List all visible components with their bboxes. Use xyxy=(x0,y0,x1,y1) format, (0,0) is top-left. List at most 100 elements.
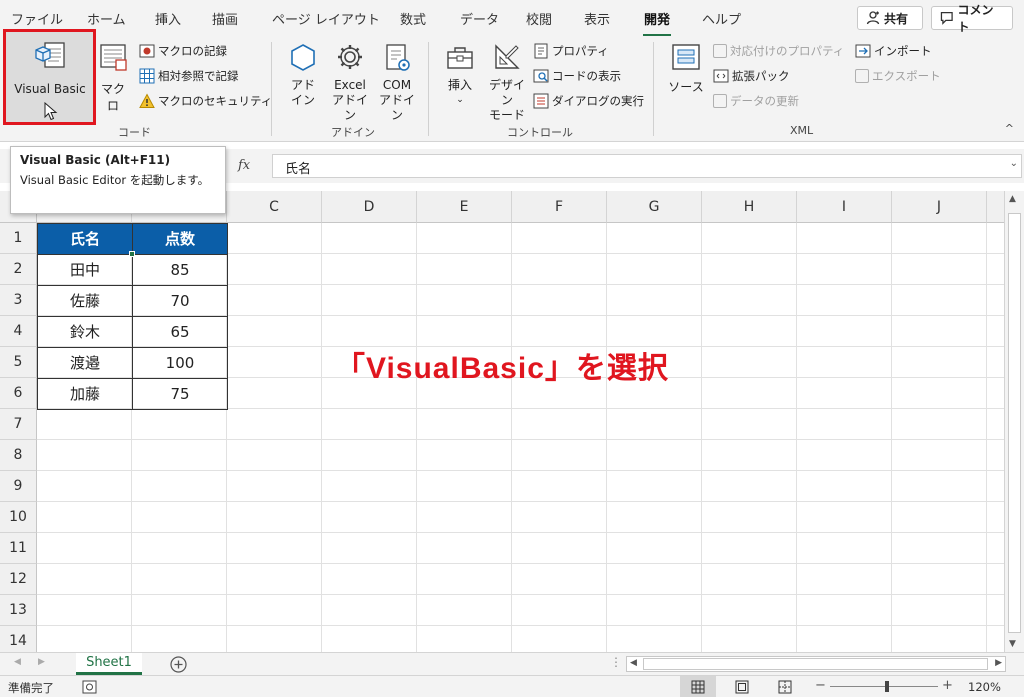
tab-home[interactable]: ホーム xyxy=(87,9,126,28)
scroll-down-icon[interactable]: ▼ xyxy=(1009,639,1016,649)
vertical-scrollbar[interactable]: ▲ ▼ xyxy=(1004,191,1024,652)
excel-addins-label-1: Excel xyxy=(334,78,366,92)
function-icon[interactable]: fx xyxy=(238,158,250,173)
tab-file[interactable]: ファイル xyxy=(11,9,63,28)
row-header-8[interactable]: 8 xyxy=(0,440,37,471)
fill-handle[interactable] xyxy=(129,251,135,257)
horizontal-scrollbar[interactable]: ◀ ▶ xyxy=(626,656,1006,672)
tab-page-layout[interactable]: ページ レイアウト xyxy=(272,9,380,28)
properties-button[interactable]: プロパティ xyxy=(533,43,609,59)
refresh-data-button[interactable]: データの更新 xyxy=(713,93,799,109)
view-code-button[interactable]: コードの表示 xyxy=(533,68,621,84)
row-header-10[interactable]: 10 xyxy=(0,502,37,533)
column-header-g[interactable]: G xyxy=(607,191,702,223)
expansion-pack-button[interactable]: 拡張パック xyxy=(713,68,790,84)
comment-button[interactable]: コメント xyxy=(931,3,1013,34)
page-layout-view-icon[interactable] xyxy=(735,680,749,694)
tab-data[interactable]: データ xyxy=(460,9,499,28)
import-button[interactable]: インポート xyxy=(855,43,932,59)
row-header-12[interactable]: 12 xyxy=(0,564,37,595)
design-mode-button[interactable]: デザイン モード xyxy=(485,42,529,123)
formula-input[interactable]: 氏名 xyxy=(272,154,1022,178)
export-button[interactable]: エクスポート xyxy=(855,68,941,84)
collapse-ribbon-icon[interactable]: ^ xyxy=(1005,122,1014,135)
macro-security-label: マクロのセキュリティ xyxy=(158,94,273,108)
tab-split-handle-icon[interactable]: ⋮ xyxy=(610,655,622,669)
table-cell-name[interactable]: 加藤 xyxy=(37,378,133,410)
visual-basic-icon xyxy=(35,42,65,68)
vertical-scroll-thumb[interactable] xyxy=(1008,213,1021,633)
ribbon: Visual Basic マクロ マクロの記録 相対参照で記録 マクロのセキュリ… xyxy=(0,29,1024,142)
chevron-down-icon[interactable]: ⌄ xyxy=(1010,158,1018,169)
column-header-h[interactable]: H xyxy=(702,191,797,223)
row-header-14[interactable]: 14 xyxy=(0,626,37,652)
scroll-right-icon[interactable]: ▶ xyxy=(995,658,1002,668)
macro-button[interactable]: マクロ xyxy=(96,42,130,114)
next-sheet-icon[interactable]: ▶ xyxy=(38,657,45,667)
xml-source-button[interactable]: ソース xyxy=(666,42,706,95)
column-header-j[interactable]: J xyxy=(892,191,987,223)
normal-view-button[interactable] xyxy=(680,676,716,697)
row-header-9[interactable]: 9 xyxy=(0,471,37,502)
horizontal-scroll-thumb[interactable] xyxy=(643,658,988,670)
table-header-name[interactable]: 氏名 xyxy=(37,223,133,255)
com-addins-button[interactable]: COM アドイン xyxy=(376,42,418,123)
table-cell-score[interactable]: 75 xyxy=(132,378,228,410)
share-button[interactable]: 共有 xyxy=(857,6,923,30)
tab-view[interactable]: 表示 xyxy=(584,9,610,28)
tab-draw[interactable]: 描画 xyxy=(212,9,238,28)
column-header-e[interactable]: E xyxy=(417,191,512,223)
worksheet-grid[interactable]: C D E F G H I J 1 2 3 4 5 6 7 8 9 10 11 … xyxy=(0,191,1004,652)
add-sheet-icon[interactable] xyxy=(170,656,187,673)
table-cell-score[interactable]: 100 xyxy=(132,347,228,379)
scroll-up-icon[interactable]: ▲ xyxy=(1009,194,1016,204)
tab-formulas[interactable]: 数式 xyxy=(400,9,426,28)
row-header-13[interactable]: 13 xyxy=(0,595,37,626)
row-header-3[interactable]: 3 xyxy=(0,285,37,316)
table-cell-name[interactable]: 渡邉 xyxy=(37,347,133,379)
zoom-slider[interactable] xyxy=(830,686,938,687)
tab-review[interactable]: 校閲 xyxy=(526,9,552,28)
column-header-k[interactable] xyxy=(987,191,1004,223)
run-dialog-button[interactable]: ダイアログの実行 xyxy=(533,93,644,109)
tab-help[interactable]: ヘルプ xyxy=(702,9,741,28)
column-header-d[interactable]: D xyxy=(322,191,417,223)
table-cell-name[interactable]: 鈴木 xyxy=(37,316,133,348)
table-cell-name[interactable]: 佐藤 xyxy=(37,285,133,317)
insert-control-button[interactable]: 挿入 ⌄ xyxy=(440,42,480,108)
tab-insert[interactable]: 挿入 xyxy=(155,9,181,28)
row-header-2[interactable]: 2 xyxy=(0,254,37,285)
row-header-1[interactable]: 1 xyxy=(0,223,37,254)
scroll-left-icon[interactable]: ◀ xyxy=(630,658,637,668)
zoom-in-icon[interactable]: + xyxy=(942,678,953,693)
row-header-7[interactable]: 7 xyxy=(0,409,37,440)
record-macro-button[interactable]: マクロの記録 xyxy=(139,43,227,59)
row-header-4[interactable]: 4 xyxy=(0,316,37,347)
row-header-6[interactable]: 6 xyxy=(0,378,37,409)
relative-reference-button[interactable]: 相対参照で記録 xyxy=(139,68,239,84)
column-header-f[interactable]: F xyxy=(512,191,607,223)
gridline-vertical xyxy=(511,223,512,652)
macro-security-button[interactable]: マクロのセキュリティ xyxy=(139,93,272,109)
prev-sheet-icon[interactable]: ◀ xyxy=(14,657,21,667)
column-header-i[interactable]: I xyxy=(797,191,892,223)
table-cell-name[interactable]: 田中 xyxy=(37,254,133,286)
tab-developer[interactable]: 開発 xyxy=(642,9,672,37)
addins-button[interactable]: アド イン xyxy=(283,42,323,108)
table-cell-score[interactable]: 65 xyxy=(132,316,228,348)
zoom-level[interactable]: 120% xyxy=(968,680,1001,694)
page-break-view-icon[interactable] xyxy=(778,680,792,694)
zoom-slider-thumb[interactable] xyxy=(885,681,889,692)
table-cell-score[interactable]: 85 xyxy=(132,254,228,286)
sheet-tab-sheet1[interactable]: Sheet1 xyxy=(76,653,142,675)
map-properties-button[interactable]: 対応付けのプロパティ xyxy=(713,43,844,59)
zoom-out-icon[interactable]: − xyxy=(815,678,826,693)
row-header-11[interactable]: 11 xyxy=(0,533,37,564)
table-header-score[interactable]: 点数 xyxy=(132,223,228,255)
visual-basic-button[interactable]: Visual Basic xyxy=(6,40,94,96)
excel-addins-button[interactable]: Excel アドイン xyxy=(327,42,373,123)
macro-recording-icon[interactable] xyxy=(82,680,97,694)
table-cell-score[interactable]: 70 xyxy=(132,285,228,317)
row-header-5[interactable]: 5 xyxy=(0,347,37,378)
column-header-c[interactable]: C xyxy=(227,191,322,223)
